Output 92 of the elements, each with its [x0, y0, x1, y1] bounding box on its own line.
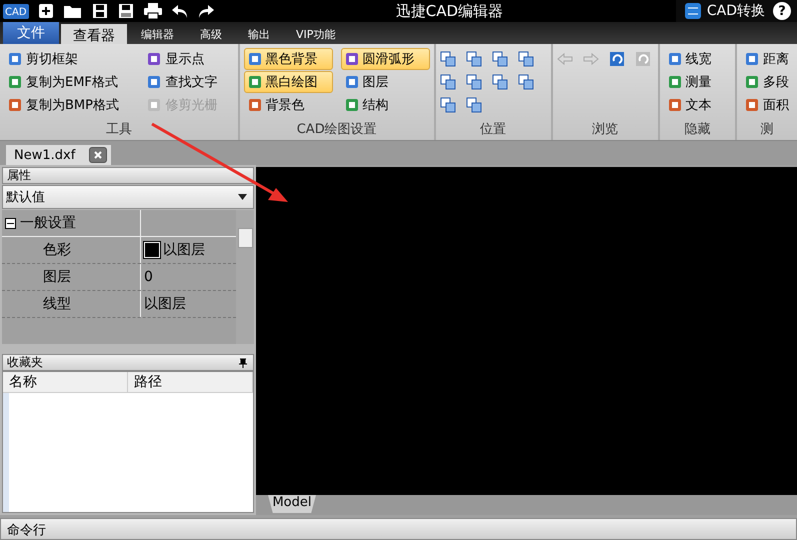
ribbon-button[interactable]: 结构 [340, 94, 430, 116]
view-icon[interactable] [492, 51, 508, 67]
panel-title: 属性 [7, 167, 31, 184]
new-file-icon[interactable] [36, 2, 55, 20]
ribbon-button[interactable]: 测量 [664, 71, 731, 93]
redo-icon[interactable] [196, 2, 215, 20]
printer-icon[interactable] [142, 2, 163, 20]
ribbon-button[interactable]: 背景色 [244, 94, 333, 116]
ribbon-button[interactable]: 文本 [664, 94, 731, 116]
property-name: 色彩 [42, 241, 71, 259]
tool-icon [8, 52, 22, 66]
ribbon-button[interactable]: 显示点 [143, 48, 234, 70]
ribbon-button[interactable]: 查找文字 [143, 71, 234, 93]
menu-tab[interactable]: 文件 [3, 22, 59, 44]
ribbon-button[interactable]: 距离 [741, 48, 793, 70]
help-button[interactable]: ? [773, 2, 791, 20]
column-header[interactable]: 路径 [128, 372, 253, 392]
tool-icon [8, 98, 22, 112]
view-icon[interactable] [440, 97, 456, 113]
tool-icon [745, 52, 759, 66]
ribbon-button[interactable]: 复制为EMF格式 [4, 71, 136, 93]
tool-icon [745, 75, 759, 89]
menu-tab[interactable]: 编辑器 [129, 24, 186, 44]
tool-icon [668, 75, 682, 89]
panel-title: 收藏夹 [7, 354, 43, 371]
close-icon [94, 151, 102, 159]
group-label: 隐藏 [683, 121, 712, 139]
pin-icon[interactable] [239, 358, 247, 368]
property-name: 图层 [42, 268, 71, 286]
panel-title: 命令行 [7, 522, 46, 539]
view-icon[interactable] [466, 51, 482, 67]
tool-icon [147, 52, 162, 66]
tool-icon [248, 52, 262, 66]
tool-icon [248, 75, 262, 89]
tool-icon [248, 98, 262, 112]
group-label: CAD绘图设置 [296, 121, 378, 139]
ribbon-button[interactable]: 面积 [741, 94, 793, 116]
category-cell[interactable]: 一般设置 [2, 210, 141, 236]
tool-icon [668, 52, 682, 66]
menu-tab[interactable]: 输出 [236, 24, 282, 44]
group-label: 测 [760, 121, 774, 139]
ribbon-button[interactable]: 黑白绘图 [244, 71, 333, 93]
view-icon[interactable] [492, 74, 508, 90]
undo-icon[interactable] [170, 2, 189, 20]
app-logo[interactable]: CAD [3, 4, 29, 18]
ribbon-button[interactable]: 黑色背景 [244, 48, 333, 70]
cad-convert-button[interactable]: CAD转换 [684, 2, 765, 20]
tool-icon [147, 98, 162, 112]
scrollbar[interactable] [236, 210, 254, 344]
view-icon[interactable] [518, 74, 534, 90]
tool-icon [344, 75, 359, 89]
group-label: 位置 [479, 121, 508, 139]
group-label: 工具 [104, 121, 133, 139]
tool-icon [344, 98, 359, 112]
menu-tab[interactable]: VIP功能 [284, 24, 348, 44]
view-icon[interactable] [466, 97, 482, 113]
ribbon-button[interactable]: 线宽 [664, 48, 731, 70]
ribbon-button[interactable]: 复制为BMP格式 [4, 94, 136, 116]
group-label: 浏览 [591, 121, 620, 139]
model-tab[interactable]: Model [268, 495, 316, 513]
ribbon-button[interactable]: 图层 [340, 71, 430, 93]
window-title: 迅捷CAD编辑器 [394, 2, 504, 20]
rotate-icon[interactable] [608, 51, 625, 67]
property-value: 以图层 [144, 295, 186, 313]
menu-tab[interactable]: 查看器 [61, 24, 127, 44]
tool-icon [745, 98, 759, 112]
file-name: New1.dxf [14, 148, 76, 162]
tool-icon [8, 75, 22, 89]
view-icon[interactable] [466, 74, 482, 90]
ribbon-button[interactable]: 剪切框架 [4, 48, 136, 70]
collapse-icon[interactable] [5, 218, 16, 228]
menu-tab[interactable]: 高级 [188, 24, 234, 44]
tool-icon [344, 52, 359, 66]
save-icon[interactable] [90, 2, 109, 20]
property-name: 线型 [42, 295, 71, 313]
view-icon[interactable] [440, 51, 456, 67]
property-value: 0 [144, 269, 153, 285]
tool-icon [147, 75, 162, 89]
ribbon-button[interactable]: 多段 [741, 71, 793, 93]
view-icon[interactable] [518, 51, 534, 67]
preset-dropdown[interactable]: 默认值 [2, 185, 254, 209]
ribbon-button[interactable]: 圆滑弧形 [340, 48, 430, 70]
close-button[interactable] [89, 147, 108, 163]
category-label: 一般设置 [20, 214, 76, 232]
document-tab[interactable]: New1.dxf [6, 145, 112, 165]
save-pdf-icon[interactable] [116, 2, 135, 20]
view-icon[interactable] [440, 74, 456, 90]
column-header[interactable]: 名称 [3, 372, 128, 392]
dropdown-arrow-icon [238, 194, 247, 200]
tool-icon [668, 98, 682, 112]
property-value: 以图层 [163, 241, 205, 259]
convert-icon [684, 2, 702, 20]
